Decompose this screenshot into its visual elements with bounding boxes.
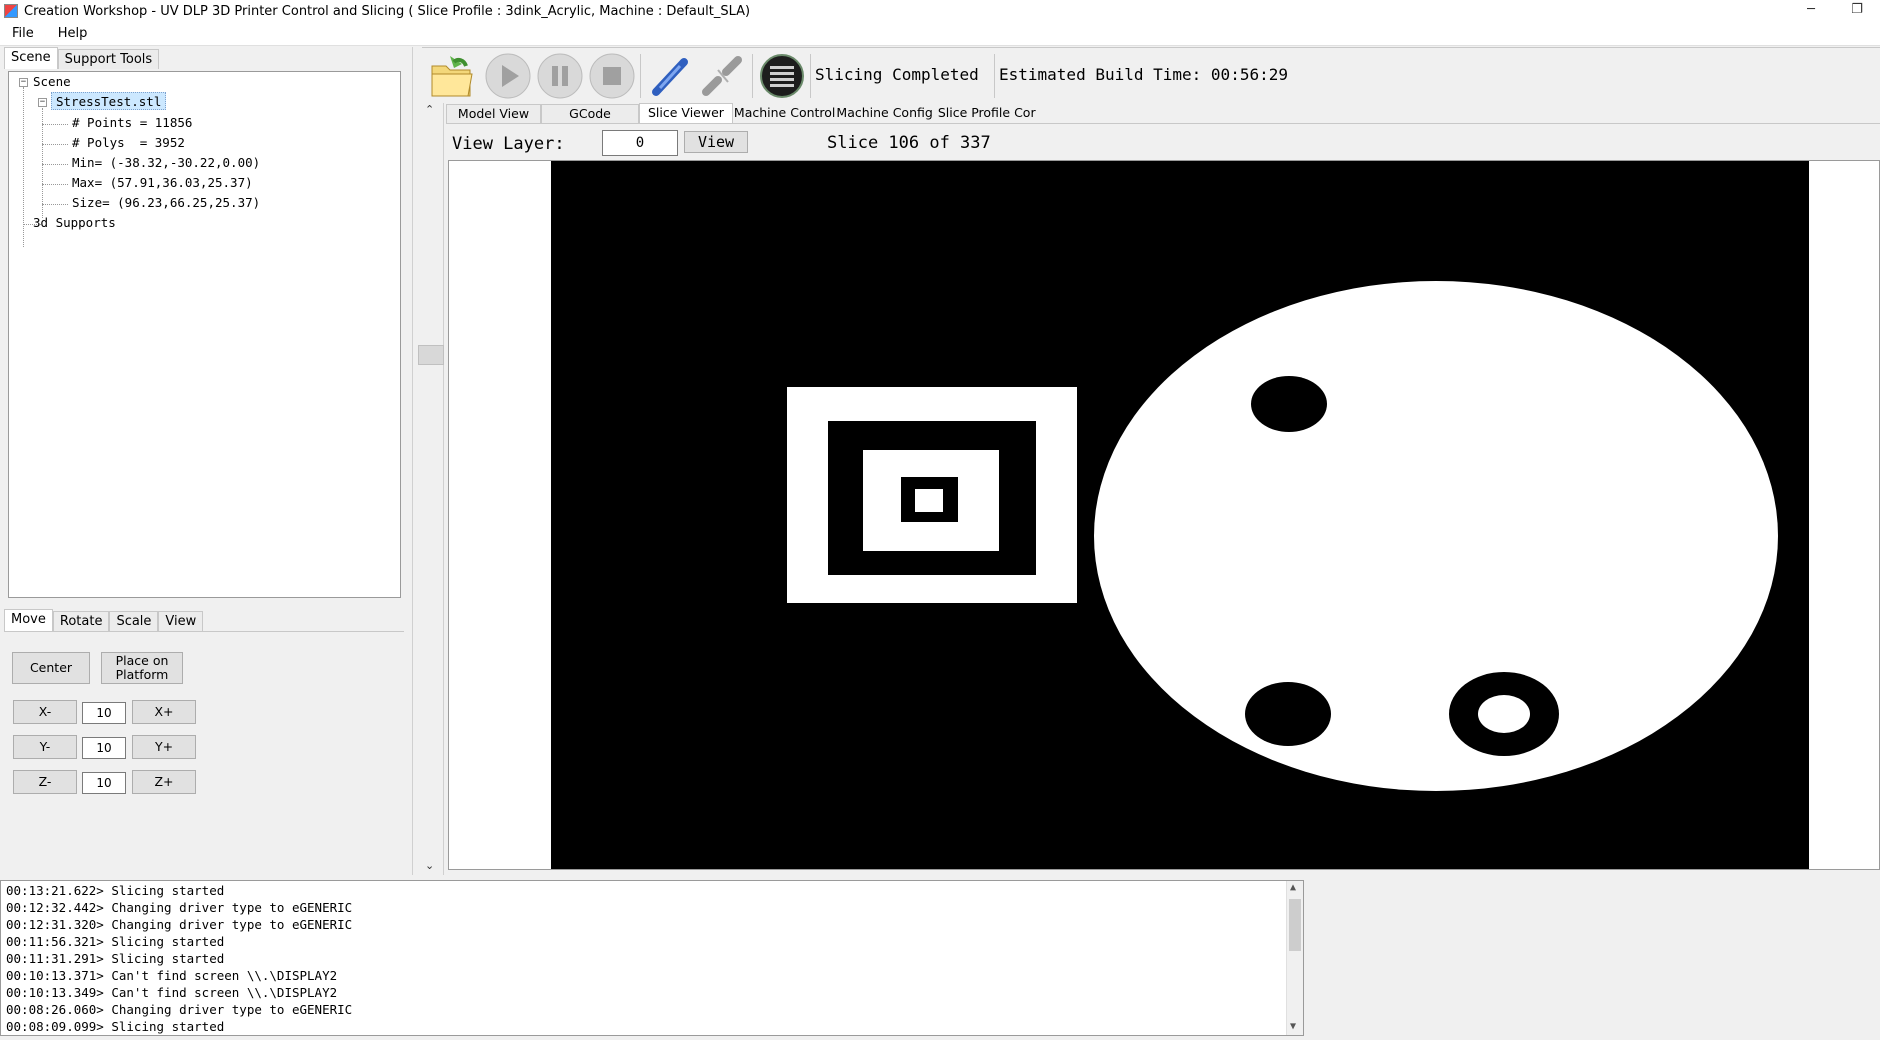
tab-slice-viewer[interactable]: Slice Viewer	[639, 103, 733, 123]
x-minus-button[interactable]: X-	[13, 700, 77, 724]
platform-label: Platform	[115, 667, 169, 682]
y-plus-button[interactable]: Y+	[132, 735, 196, 759]
app-icon	[4, 4, 18, 18]
z-plus-button[interactable]: Z+	[132, 770, 196, 794]
title-bar: Creation Workshop - UV DLP 3D Printer Co…	[0, 0, 1880, 22]
menu-file[interactable]: File	[0, 26, 46, 41]
log-line: 00:13:21.622> Slicing started	[6, 883, 225, 898]
log-scrollbar[interactable]: ▲ ▼	[1286, 881, 1303, 1035]
log-line: 00:12:31.320> Changing driver type to eG…	[6, 917, 353, 932]
center-button[interactable]: Center	[12, 652, 90, 684]
slice-image-area	[448, 160, 1880, 870]
open-file-icon[interactable]	[428, 52, 476, 100]
panel-splitter[interactable]: ⌃ ⌄	[412, 47, 444, 875]
window-controls: ─ ❐	[1788, 0, 1880, 22]
x-plus-button[interactable]: X+	[132, 700, 196, 724]
tab-rotate[interactable]: Rotate	[52, 611, 110, 631]
disconnect-icon[interactable]	[698, 52, 746, 100]
log-panel[interactable]: 00:13:21.622> Slicing started 00:12:32.4…	[0, 880, 1304, 1036]
left-panel: Scene Support Tools − Scene − StressTest…	[0, 47, 408, 877]
y-minus-button[interactable]: Y-	[13, 735, 77, 759]
tree-node-polys[interactable]: # Polys = 3952	[72, 134, 185, 152]
status-text: Slicing Completed	[815, 65, 979, 84]
chevron-down-icon[interactable]: ⌄	[425, 859, 434, 872]
tree-node-size[interactable]: Size= (96.23,66.25,25.37)	[72, 194, 260, 212]
z-step-input[interactable]: 10	[82, 772, 126, 794]
tab-model-view[interactable]: Model View	[446, 104, 541, 123]
view-layer-label: View Layer:	[452, 134, 565, 154]
stop-icon[interactable]	[588, 52, 636, 100]
menu-bar: File Help	[0, 22, 1880, 46]
tab-machine-config[interactable]: Machine Config	[836, 104, 936, 123]
log-line: 00:11:31.291> Slicing started	[6, 951, 225, 966]
pause-icon[interactable]	[536, 52, 584, 100]
log-line: 00:10:13.349> Can't find screen \\.\DISP…	[6, 985, 338, 1000]
view-button[interactable]: View	[684, 131, 748, 153]
z-minus-button[interactable]: Z-	[13, 770, 77, 794]
main-tabstrip: Model View GCode Slice Viewer Machine Co…	[446, 103, 1037, 123]
x-step-input[interactable]: 10	[82, 702, 126, 724]
tree-node-scene[interactable]: Scene	[33, 73, 71, 91]
log-line: 00:10:13.371> Can't find screen \\.\DISP…	[6, 968, 338, 983]
tab-move[interactable]: Move	[4, 609, 53, 631]
collapse-model-icon[interactable]: −	[38, 98, 47, 107]
tab-slice-profile[interactable]: Slice Profile Cor	[937, 104, 1037, 123]
log-line: 00:08:26.060> Changing driver type to eG…	[6, 1002, 353, 1017]
y-step-input[interactable]: 10	[82, 737, 126, 759]
log-line: 00:12:32.442> Changing driver type to eG…	[6, 900, 353, 915]
tab-scene[interactable]: Scene	[4, 47, 58, 69]
tree-node-min[interactable]: Min= (-38.32,-30.22,0.00)	[72, 154, 260, 172]
scroll-thumb[interactable]	[1289, 899, 1301, 951]
chevron-up-icon[interactable]: ⌃	[425, 103, 434, 116]
tab-scale[interactable]: Scale	[109, 611, 159, 631]
minimize-button[interactable]: ─	[1788, 0, 1834, 22]
scroll-down-icon[interactable]: ▼	[1290, 1021, 1296, 1032]
layer-input[interactable]: 0	[602, 130, 678, 156]
window-title: Creation Workshop - UV DLP 3D Printer Co…	[24, 3, 751, 19]
log-line: 00:11:56.321> Slicing started	[6, 934, 225, 949]
play-icon[interactable]	[484, 52, 532, 100]
splitter-grip[interactable]	[418, 345, 444, 365]
transform-tabstrip: Move Rotate Scale View	[4, 609, 204, 631]
place-on-label: Place on	[115, 653, 169, 668]
tab-view[interactable]: View	[158, 611, 204, 631]
tab-support-tools[interactable]: Support Tools	[57, 49, 160, 69]
build-time-text: Estimated Build Time: 00:56:29	[999, 65, 1288, 84]
connect-icon[interactable]	[646, 52, 694, 100]
collapse-scene-icon[interactable]: −	[19, 78, 28, 87]
scene-tree: − Scene − StressTest.stl # Points = 1185…	[8, 71, 401, 598]
tree-node-points[interactable]: # Points = 11856	[72, 114, 192, 132]
scroll-up-icon[interactable]: ▲	[1290, 882, 1296, 893]
tab-gcode[interactable]: GCode	[541, 104, 639, 123]
slice-viewer-panel: View Layer: 0 View Slice 106 of 337	[446, 123, 1880, 878]
place-on-platform-button[interactable]: Place on Platform	[101, 652, 183, 684]
tree-node-max[interactable]: Max= (57.91,36.03,25.37)	[72, 174, 253, 192]
toolbar: Slicing Completed Estimated Build Time: …	[422, 47, 1880, 103]
move-panel: Center Place on Platform X- 10 X+ Y- 10 …	[4, 631, 404, 877]
tree-node-supports[interactable]: 3d Supports	[33, 214, 116, 232]
menu-help[interactable]: Help	[46, 26, 100, 41]
tree-node-model[interactable]: StressTest.stl	[51, 92, 167, 110]
restore-button[interactable]: ❐	[1834, 0, 1880, 22]
slice-icon[interactable]	[758, 52, 806, 100]
log-line: 00:08:09.099> Slicing started	[6, 1019, 225, 1034]
tab-machine-control[interactable]: Machine Control	[733, 104, 836, 123]
slice-image	[551, 161, 1809, 869]
slice-counter: Slice 106 of 337	[827, 133, 991, 153]
scene-tabstrip: Scene Support Tools	[4, 47, 160, 69]
